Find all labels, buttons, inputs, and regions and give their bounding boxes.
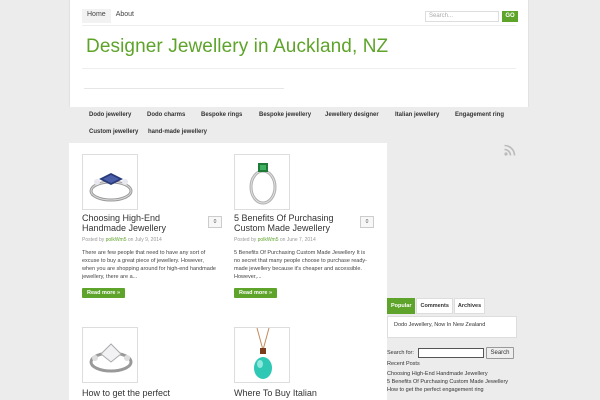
post-title[interactable]: Choosing High-End Handmade Jewellery <box>82 213 192 233</box>
post-card: 0 5 Benefits Of Purchasing Custom Made J… <box>234 154 374 299</box>
pendant-turquoise-image[interactable] <box>234 327 290 383</box>
tab-archives[interactable]: Archives <box>453 298 486 314</box>
category-jewellery-designer[interactable]: Jewellery designer <box>325 112 379 118</box>
read-more-button[interactable]: Read more » <box>234 288 278 298</box>
sidebar: Popular Comments Archives Dodo Jewellery… <box>387 298 517 393</box>
sidebar-search: Search for: Search <box>387 347 517 359</box>
top-nav: Home About <box>82 9 139 23</box>
post-date: on July 9, 2014 <box>127 237 162 243</box>
post-meta: Posted by polkWm5 on July 9, 2014 <box>82 237 222 243</box>
post-card: 0 Choosing High-End Handmade Jewellery P… <box>82 154 222 299</box>
ring-diamond-image[interactable] <box>82 327 138 383</box>
post-excerpt: There are few people that need to have a… <box>82 250 216 280</box>
post-meta: Posted by polkWm5 on June 7, 2014 <box>234 237 374 243</box>
tab-comments[interactable]: Comments <box>416 298 453 314</box>
recent-post-link[interactable]: How to get the perfect engagement ring <box>387 386 517 394</box>
posted-by-label: Posted by <box>234 237 257 243</box>
tab-popular[interactable]: Popular <box>387 298 416 314</box>
divider <box>84 88 284 89</box>
post-card: Where To Buy Italian <box>234 327 374 398</box>
post-title[interactable]: 5 Benefits Of Purchasing Custom Made Jew… <box>234 213 344 233</box>
nav-home-link[interactable]: Home <box>82 9 111 23</box>
rss-icon[interactable] <box>503 143 517 157</box>
posted-by-label: Posted by <box>82 237 105 243</box>
category-hand-made-jewellery[interactable]: hand-made jewellery <box>148 129 207 135</box>
divider <box>82 25 516 26</box>
post-date: on June 7, 2014 <box>279 237 316 243</box>
category-engagement-ring[interactable]: Engagement ring <box>455 112 504 118</box>
category-dodo-jewellery[interactable]: Dodo jewellery <box>89 112 131 118</box>
recent-post-link[interactable]: 5 Benefits Of Purchasing Custom Made Jew… <box>387 378 517 386</box>
ring-emerald-image[interactable] <box>234 154 290 210</box>
category-bespoke-jewellery[interactable]: Bespoke jewellery <box>259 112 311 118</box>
search-label: Search for: <box>387 350 414 356</box>
sidebar-search-input[interactable] <box>418 348 484 358</box>
read-more-button[interactable]: Read more » <box>82 288 126 298</box>
post-author-link[interactable]: polkWm5 <box>258 237 279 243</box>
site-title[interactable]: Designer Jewellery in Auckland, NZ <box>86 36 388 58</box>
recent-posts-heading: Recent Posts <box>387 361 420 367</box>
nav-about-link[interactable]: About <box>111 9 139 23</box>
post-card: How to get the perfect <box>82 327 222 398</box>
sidebar-search-button[interactable]: Search <box>486 347 514 359</box>
ring-sapphire-image[interactable] <box>82 154 138 210</box>
popular-item-link[interactable]: Dodo Jewellery, Now In New Zealand <box>394 322 485 328</box>
recent-post-link[interactable]: Choosing High-End Handmade Jewellery <box>387 370 517 378</box>
search-input[interactable]: Search... <box>425 11 499 22</box>
divider <box>82 68 516 69</box>
popular-list: Dodo Jewellery, Now In New Zealand <box>387 316 517 338</box>
main-content: 0 Choosing High-End Handmade Jewellery P… <box>69 143 387 400</box>
category-dodo-charms[interactable]: Dodo charms <box>147 112 185 118</box>
category-custom-jewellery[interactable]: Custom jewellery <box>89 129 138 135</box>
comment-count-badge[interactable]: 0 <box>360 216 374 228</box>
header: Home About Search... GO Designer Jewelle… <box>69 0 529 107</box>
post-excerpt: 5 Benefits Of Purchasing Custom Made Jew… <box>234 250 367 280</box>
post-author-link[interactable]: polkWm5 <box>106 237 127 243</box>
comment-count-badge[interactable]: 0 <box>208 216 222 228</box>
post-title[interactable]: How to get the perfect <box>82 388 192 398</box>
category-bespoke-rings[interactable]: Bespoke rings <box>201 112 242 118</box>
post-title[interactable]: Where To Buy Italian <box>234 388 344 398</box>
search-go-button[interactable]: GO <box>502 11 518 22</box>
category-italian-jewellery[interactable]: Italian jewellery <box>395 112 439 118</box>
recent-posts-list: Choosing High-End Handmade Jewellery 5 B… <box>387 370 517 394</box>
sidebar-tabs: Popular Comments Archives <box>387 298 517 314</box>
